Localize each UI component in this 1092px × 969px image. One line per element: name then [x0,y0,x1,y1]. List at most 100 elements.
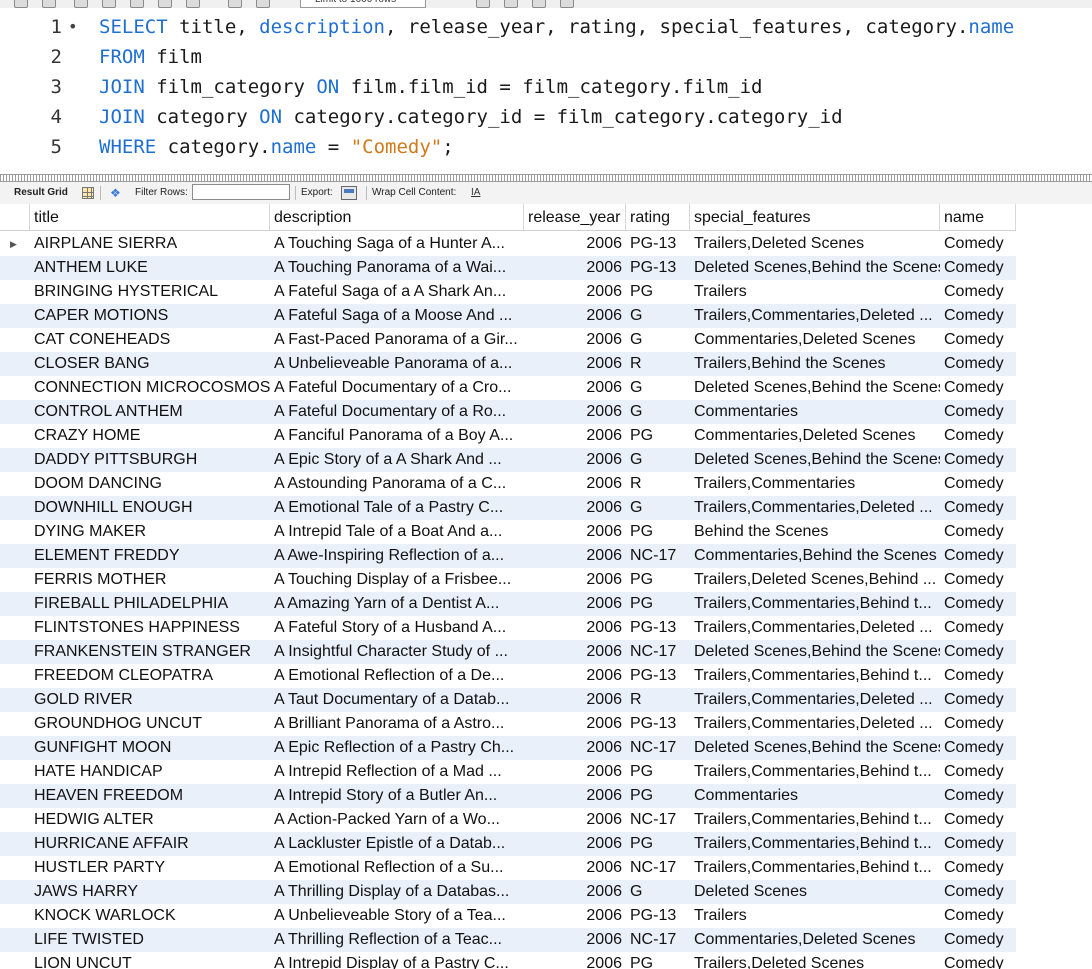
cell-rating[interactable]: PG [626,592,690,616]
cell-rating[interactable]: NC-17 [626,928,690,952]
cell-release-year[interactable]: 2006 [524,496,626,520]
table-row[interactable]: GROUNDHOG UNCUT A Brilliant Panorama of a… [0,712,1016,736]
cell-description[interactable]: A Epic Story of a A Shark And ... [270,448,524,472]
cell-name[interactable]: Comedy [940,880,1016,904]
cell-release-year[interactable]: 2006 [524,544,626,568]
cell-description[interactable]: A Emotional Tale of a Pastry C... [270,496,524,520]
cell-name[interactable]: Comedy [940,712,1016,736]
code-line[interactable]: 2 FROM film [0,42,1092,72]
stop-icon[interactable] [158,0,172,8]
cell-release-year[interactable]: 2006 [524,568,626,592]
column-header-release-year[interactable]: release_year [524,204,626,230]
table-row[interactable]: DADDY PITTSBURGH A Epic Story of a A Shar… [0,448,1016,472]
cell-title[interactable]: ANTHEM LUKE [30,256,270,280]
toggle-error-icon[interactable] [186,0,200,8]
table-row[interactable]: KNOCK WARLOCK A Unbelieveable Story of a … [0,904,1016,928]
cell-rating[interactable]: G [626,376,690,400]
cell-special-features[interactable]: Trailers,Deleted Scenes [690,232,940,256]
table-row[interactable]: GOLD RIVER A Taut Documentary of a Datab.… [0,688,1016,712]
cell-description[interactable]: A Action-Packed Yarn of a Wo... [270,808,524,832]
cell-title[interactable]: GUNFIGHT MOON [30,736,270,760]
cell-rating[interactable]: R [626,352,690,376]
cell-rating[interactable]: G [626,880,690,904]
column-header-description[interactable]: description [270,204,524,230]
table-row[interactable]: FERRIS MOTHER A Touching Display of a Fri… [0,568,1016,592]
panel-splitter[interactable] [0,174,1092,182]
cell-title[interactable]: HUSTLER PARTY [30,856,270,880]
cell-name[interactable]: Comedy [940,424,1016,448]
cell-name[interactable]: Comedy [940,280,1016,304]
cell-release-year[interactable]: 2006 [524,880,626,904]
cell-name[interactable]: Comedy [940,400,1016,424]
cell-special-features[interactable]: Trailers,Commentaries,Deleted ... [690,712,940,736]
cell-title[interactable]: GOLD RIVER [30,688,270,712]
cell-release-year[interactable]: 2006 [524,784,626,808]
table-row[interactable]: CLOSER BANG A Unbelieveable Panorama of a… [0,352,1016,376]
cell-special-features[interactable]: Trailers,Commentaries,Behind t... [690,856,940,880]
cell-release-year[interactable]: 2006 [524,904,626,928]
cell-description[interactable]: A Unbelieveable Story of a Tea... [270,904,524,928]
cell-rating[interactable]: NC-17 [626,856,690,880]
cell-title[interactable]: CLOSER BANG [30,352,270,376]
cell-special-features[interactable]: Deleted Scenes,Behind the Scenes [690,640,940,664]
cell-title[interactable]: CONNECTION MICROCOSMOS [30,376,270,400]
cell-description[interactable]: A Awe-Inspiring Reflection of a... [270,544,524,568]
table-row[interactable]: CAT CONEHEADS A Fast-Paced Panorama of a … [0,328,1016,352]
cell-release-year[interactable]: 2006 [524,640,626,664]
column-header-rating[interactable]: rating [626,204,690,230]
cell-title[interactable]: HURRICANE AFFAIR [30,832,270,856]
cell-special-features[interactable]: Trailers,Commentaries [690,472,940,496]
cell-name[interactable]: Comedy [940,904,1016,928]
cell-rating[interactable]: PG-13 [626,616,690,640]
cell-release-year[interactable]: 2006 [524,304,626,328]
cell-description[interactable]: A Touching Panorama of a Wai... [270,256,524,280]
cell-special-features[interactable]: Trailers,Commentaries,Deleted ... [690,688,940,712]
cell-special-features[interactable]: Trailers,Deleted Scenes [690,952,940,969]
cell-description[interactable]: A Emotional Reflection of a De... [270,664,524,688]
cell-rating[interactable]: PG [626,784,690,808]
cell-name[interactable]: Comedy [940,496,1016,520]
table-row[interactable]: HEDWIG ALTER A Action-Packed Yarn of a Wo… [0,808,1016,832]
cell-description[interactable]: A Thrilling Display of a Databas... [270,880,524,904]
code-line[interactable]: 4 JOIN category ON category.category_id =… [0,102,1092,132]
wrap-cell-icon[interactable]: IA [471,182,480,204]
cell-name[interactable]: Comedy [940,832,1016,856]
cell-name[interactable]: Comedy [940,568,1016,592]
cell-description[interactable]: A Emotional Reflection of a Su... [270,856,524,880]
cell-special-features[interactable]: Trailers [690,904,940,928]
cell-release-year[interactable]: 2006 [524,928,626,952]
sql-editor[interactable]: 1 • SELECT title, description, release_yea… [0,8,1092,174]
cell-rating[interactable]: NC-17 [626,544,690,568]
wrap-lines-icon[interactable] [560,0,574,8]
table-row[interactable]: GUNFIGHT MOON A Epic Reflection of a Past… [0,736,1016,760]
cell-name[interactable]: Comedy [940,856,1016,880]
cell-name[interactable]: Comedy [940,616,1016,640]
find-icon[interactable] [504,0,518,8]
table-row[interactable]: HEAVEN FREEDOM A Intrepid Story of a Butl… [0,784,1016,808]
cell-name[interactable]: Comedy [940,328,1016,352]
cell-title[interactable]: FREEDOM CLEOPATRA [30,664,270,688]
cell-special-features[interactable]: Commentaries,Behind the Scenes [690,544,940,568]
cell-description[interactable]: A Fateful Saga of a Moose And ... [270,304,524,328]
cell-name[interactable]: Comedy [940,688,1016,712]
table-row[interactable]: HATE HANDICAP A Intrepid Reflection of a … [0,760,1016,784]
code-line[interactable]: 1 • SELECT title, description, release_yea… [0,12,1092,42]
cell-special-features[interactable]: Commentaries,Deleted Scenes [690,328,940,352]
cell-title[interactable]: DOOM DANCING [30,472,270,496]
cell-title[interactable]: FIREBALL PHILADELPHIA [30,592,270,616]
cell-special-features[interactable]: Trailers,Behind the Scenes [690,352,940,376]
cell-release-year[interactable]: 2006 [524,376,626,400]
export-icon[interactable] [341,186,357,200]
cell-description[interactable]: A Fateful Documentary of a Cro... [270,376,524,400]
invisible-chars-icon[interactable] [532,0,546,8]
cell-description[interactable]: A Fateful Story of a Husband A... [270,616,524,640]
cell-special-features[interactable]: Trailers,Commentaries,Behind t... [690,808,940,832]
cell-rating[interactable]: G [626,448,690,472]
cell-title[interactable]: JAWS HARRY [30,880,270,904]
cell-title[interactable]: LION UNCUT [30,952,270,969]
table-row[interactable]: BRINGING HYSTERICAL A Fateful Saga of a A… [0,280,1016,304]
cell-release-year[interactable]: 2006 [524,520,626,544]
cell-release-year[interactable]: 2006 [524,856,626,880]
cell-special-features[interactable]: Trailers,Commentaries,Deleted ... [690,496,940,520]
table-row[interactable]: CRAZY HOME A Fanciful Panorama of a Boy A… [0,424,1016,448]
